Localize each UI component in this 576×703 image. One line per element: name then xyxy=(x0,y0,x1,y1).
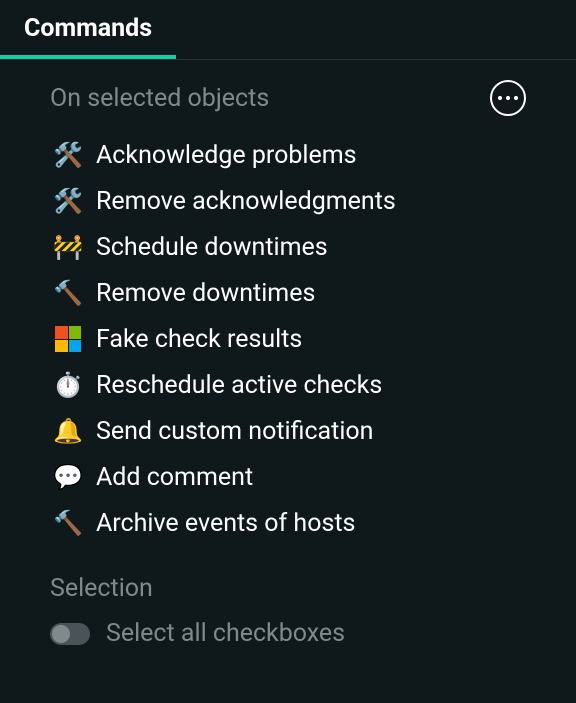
tab-commands[interactable]: Commands xyxy=(0,0,176,59)
select-all-toggle[interactable] xyxy=(50,623,90,645)
stopwatch-icon: ⏱️ xyxy=(50,369,86,401)
command-reschedule-active-checks[interactable]: ⏱️ Reschedule active checks xyxy=(50,362,526,408)
command-label: Acknowledge problems xyxy=(96,141,357,170)
toggle-row: Select all checkboxes xyxy=(50,619,526,648)
more-icon xyxy=(498,96,502,100)
tools-icon: 🛠️ xyxy=(50,139,86,171)
tab-header: Commands xyxy=(0,0,576,60)
command-label: Archive events of hosts xyxy=(96,509,355,538)
tools-icon: 🛠️ xyxy=(50,185,86,217)
section-title-on-selected: On selected objects xyxy=(50,84,269,113)
hammer-icon: 🔨 xyxy=(50,507,86,539)
section-title-selection: Selection xyxy=(50,574,526,603)
more-options-button[interactable] xyxy=(490,80,526,116)
toggle-knob-icon xyxy=(52,625,70,643)
command-label: Remove acknowledgments xyxy=(96,187,396,216)
command-label: Remove downtimes xyxy=(96,279,315,308)
command-acknowledge-problems[interactable]: 🛠️ Acknowledge problems xyxy=(50,132,526,178)
command-schedule-downtimes[interactable]: 🚧 Schedule downtimes xyxy=(50,224,526,270)
command-send-custom-notification[interactable]: 🔔 Send custom notification xyxy=(50,408,526,454)
command-label: Add comment xyxy=(96,463,253,492)
command-remove-downtimes[interactable]: 🔨 Remove downtimes xyxy=(50,270,526,316)
command-fake-check-results[interactable]: Fake check results xyxy=(50,316,526,362)
command-label: Schedule downtimes xyxy=(96,233,328,262)
more-icon xyxy=(514,96,518,100)
cone-icon: 🚧 xyxy=(50,231,86,263)
hammer-icon: 🔨 xyxy=(50,277,86,309)
commands-panel: On selected objects 🛠️ Acknowledge probl… xyxy=(0,60,576,678)
section-header: On selected objects xyxy=(50,80,526,116)
command-list: 🛠️ Acknowledge problems 🛠️ Remove acknow… xyxy=(50,132,526,546)
bell-icon: 🔔 xyxy=(50,415,86,447)
comment-icon: 💬 xyxy=(50,461,86,493)
command-add-comment[interactable]: 💬 Add comment xyxy=(50,454,526,500)
windows-icon xyxy=(50,323,86,355)
command-label: Fake check results xyxy=(96,325,302,354)
command-label: Send custom notification xyxy=(96,417,373,446)
command-remove-acknowledgments[interactable]: 🛠️ Remove acknowledgments xyxy=(50,178,526,224)
select-all-label: Select all checkboxes xyxy=(106,619,345,648)
command-archive-events[interactable]: 🔨 Archive events of hosts xyxy=(50,500,526,546)
command-label: Reschedule active checks xyxy=(96,371,382,400)
more-icon xyxy=(506,96,510,100)
